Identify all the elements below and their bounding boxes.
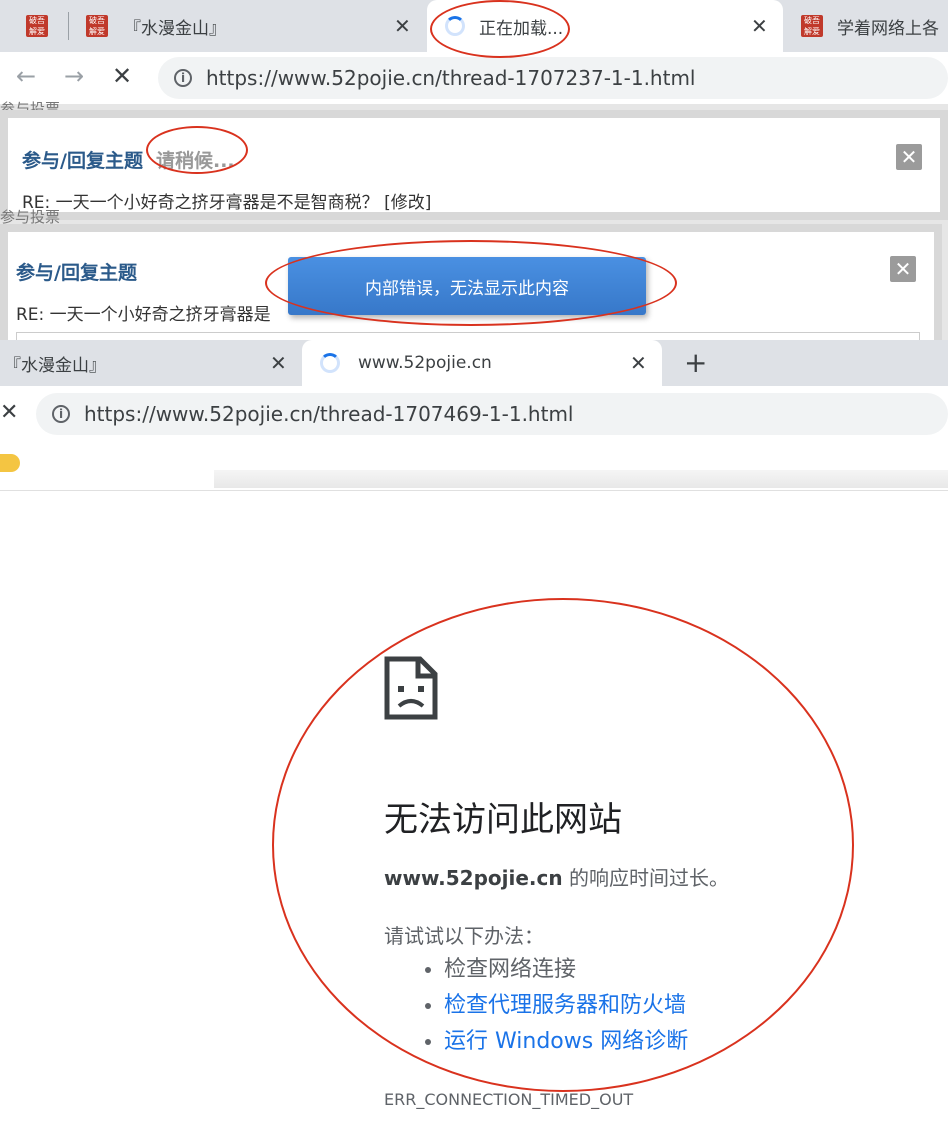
url-text: https://www.52pojie.cn/thread-1707237-1-…	[206, 66, 696, 90]
suggestion-check-network: 检查网络连接	[444, 952, 688, 988]
loading-spinner-icon	[320, 353, 340, 373]
dialog-subject: RE: 一天一个小好奇之挤牙膏器是	[16, 305, 271, 325]
dialog-title: 参与/回复主题	[16, 262, 137, 284]
close-icon[interactable]: ✕	[270, 351, 287, 375]
suggestion-check-proxy-link[interactable]: 检查代理服务器和防火墙	[444, 993, 686, 1018]
bookmark-folder-icon[interactable]	[0, 454, 20, 472]
new-tab-button[interactable]: +	[684, 346, 707, 379]
reply-dialog-loading: 参与/回复主题 请稍候... RE: 一天一个小好奇之挤牙膏器是不是智商税？ […	[0, 110, 948, 220]
tab-xuezhe[interactable]: 破吾 解爱 学着网络上各	[785, 0, 948, 52]
52pojie-favicon-icon: 破吾 解爱	[26, 15, 48, 37]
tab-label: 『水漫金山』	[4, 355, 106, 376]
dialog-status: 请稍候...	[156, 150, 235, 172]
52pojie-favicon-icon: 破吾 解爱	[801, 15, 823, 37]
toolbar: ← → ✕ i https://www.52pojie.cn/thread-17…	[0, 52, 948, 104]
error-title: 无法访问此网站	[384, 800, 622, 840]
bookmark-bar	[0, 442, 948, 491]
stop-loading-icon[interactable]: ✕	[112, 62, 132, 90]
url-text: https://www.52pojie.cn/thread-1707469-1-…	[84, 402, 574, 426]
stop-loading-icon[interactable]: ✕	[0, 400, 18, 425]
close-icon[interactable]: ✕	[751, 14, 768, 38]
suggestion-item: 检查代理服务器和防火墙	[444, 988, 688, 1024]
52pojie-favicon-icon: 破吾 解爱	[86, 15, 108, 37]
info-icon: i	[174, 69, 192, 87]
suggestions-list: 检查网络连接 检查代理服务器和防火墙 运行 Windows 网络诊断	[384, 952, 688, 1060]
tab-separator	[68, 12, 69, 40]
tab-strip: 破吾 解爱 破吾 解爱 『水漫金山』 ✕ 正在加载... ✕ 破吾 解爱 学着网络上各	[0, 0, 948, 52]
tab-label: 学着网络上各	[837, 18, 939, 39]
address-bar[interactable]: i https://www.52pojie.cn/thread-1707237-…	[158, 57, 948, 99]
error-code: ERR_CONNECTION_TIMED_OUT	[384, 1090, 634, 1109]
close-icon[interactable]: ✕	[896, 144, 922, 170]
error-host: www.52pojie.cn	[384, 866, 563, 890]
error-message: www.52pojie.cn 的响应时间过长。	[384, 862, 729, 891]
dialog-subject: RE: 一天一个小好奇之挤牙膏器是不是智商税？ [修改]	[22, 193, 432, 213]
tab-loading[interactable]: 正在加载... ✕	[427, 0, 783, 52]
loading-spinner-icon	[445, 16, 465, 36]
tab-label: 正在加载...	[479, 18, 564, 39]
tab-label: 『水漫金山』	[124, 18, 226, 39]
close-icon[interactable]: ✕	[890, 256, 916, 282]
info-icon: i	[52, 405, 70, 423]
sad-page-icon	[384, 656, 438, 720]
address-bar[interactable]: i https://www.52pojie.cn/thread-1707469-…	[36, 393, 948, 435]
pinned-tab[interactable]: 破吾 解爱	[0, 0, 70, 52]
tab-strip-2: 『水漫金山』 ✕ www.52pojie.cn ✕ +	[0, 340, 948, 386]
close-icon[interactable]: ✕	[394, 14, 411, 38]
suggestion-item: 运行 Windows 网络诊断	[444, 1024, 688, 1060]
forward-arrow-icon[interactable]: →	[64, 62, 84, 90]
tab-52pojie[interactable]: www.52pojie.cn ✕	[302, 340, 662, 386]
blurred-content	[214, 470, 948, 488]
tab-label: www.52pojie.cn	[358, 353, 492, 373]
suggestions-label: 请试试以下办法：	[384, 924, 544, 948]
dialog-title: 参与/回复主题	[22, 150, 143, 172]
toolbar-2: ✕ i https://www.52pojie.cn/thread-170746…	[0, 386, 948, 442]
toast-message: 内部错误，无法显示此内容	[365, 278, 569, 299]
error-toast: 内部错误，无法显示此内容	[288, 257, 646, 315]
tab-shuiman[interactable]: 破吾 解爱 『水漫金山』 ✕	[70, 0, 425, 52]
back-arrow-icon[interactable]: ←	[16, 62, 36, 90]
suggestion-windows-diagnostics-link[interactable]: 运行 Windows 网络诊断	[444, 1029, 688, 1054]
tab-shuiman[interactable]: 『水漫金山』 ✕	[0, 340, 300, 386]
close-icon[interactable]: ✕	[630, 351, 647, 375]
error-message-text: 的响应时间过长。	[562, 866, 729, 890]
